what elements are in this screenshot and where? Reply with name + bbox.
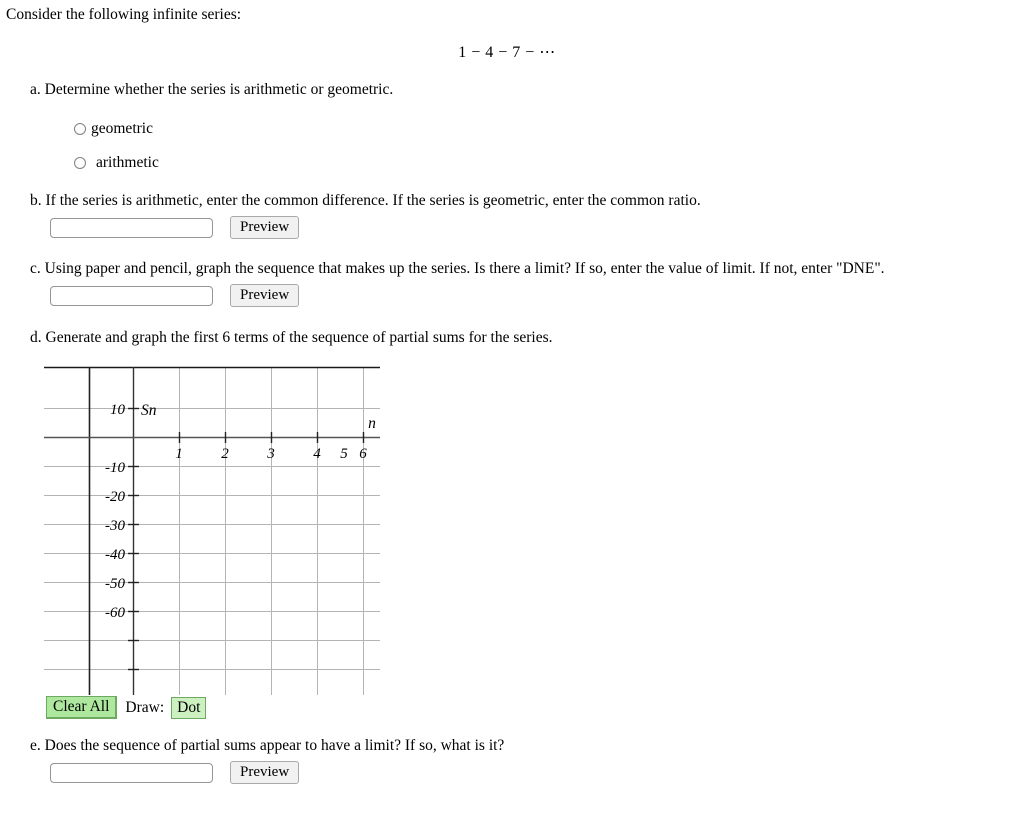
radio-option-geometric[interactable]: geometric xyxy=(74,120,153,138)
part-e-input[interactable] xyxy=(50,762,213,783)
x-tick-label: 3 xyxy=(266,446,275,462)
graph-background xyxy=(44,365,380,695)
part-b-input[interactable] xyxy=(50,217,213,238)
draw-mode-selector[interactable]: Dot xyxy=(171,696,207,719)
x-tick-label: 5 xyxy=(340,446,348,462)
radio-option-arithmetic[interactable]: arithmetic xyxy=(74,154,159,172)
part-b-preview-button[interactable]: Preview xyxy=(230,216,300,239)
worksheet-page: Consider the following infinite series: … xyxy=(0,0,1024,817)
part-c-preview-button[interactable]: Preview xyxy=(230,284,300,307)
x-axis-label: n xyxy=(368,415,376,432)
part-c-answer-row: Preview xyxy=(50,284,300,307)
part-a-prompt: a. Determine whether the series is arith… xyxy=(30,81,394,98)
x-tick-label: 6 xyxy=(359,446,367,462)
x-tick-label: 2 xyxy=(221,446,229,462)
y-axis-label: Sn xyxy=(141,402,157,419)
y-tick-label: -20 xyxy=(105,489,125,505)
part-e-prompt: e. Does the sequence of partial sums app… xyxy=(30,737,505,754)
y-tick-label: -30 xyxy=(105,518,125,534)
part-d-prompt: d. Generate and graph the first 6 terms … xyxy=(30,329,553,346)
radio-arithmetic-label: arithmetic xyxy=(96,154,159,171)
part-b-prompt: b. If the series is arithmetic, enter th… xyxy=(30,192,701,209)
x-tick-label: 4 xyxy=(313,446,321,462)
intro-text: Consider the following infinite series: xyxy=(6,6,242,23)
part-e-preview-button[interactable]: Preview xyxy=(230,761,300,784)
part-b-answer-row: Preview xyxy=(50,216,300,239)
y-tick-label: -40 xyxy=(105,547,125,563)
part-e-answer-row: Preview xyxy=(50,761,300,784)
radio-arithmetic-icon[interactable] xyxy=(74,157,86,169)
graph-controls: Clear All Draw: Dot xyxy=(46,696,207,719)
series-expression: 1 − 4 − 7 − ⋯ xyxy=(458,44,556,61)
radio-geometric-label: geometric xyxy=(91,120,153,137)
partial-sums-graph[interactable]: 10 -10 -20 -30 -40 -50 -60 1 2 3 4 5 6 S… xyxy=(44,365,380,695)
radio-geometric-icon[interactable] xyxy=(74,123,86,135)
y-tick-label: -50 xyxy=(105,576,125,592)
x-tick-label: 1 xyxy=(175,446,183,462)
part-c-prompt: c. Using paper and pencil, graph the seq… xyxy=(30,260,885,277)
y-tick-label: 10 xyxy=(110,402,126,418)
clear-all-button[interactable]: Clear All xyxy=(46,696,118,719)
graph-canvas[interactable]: 10 -10 -20 -30 -40 -50 -60 1 2 3 4 5 6 S… xyxy=(44,365,380,695)
draw-label: Draw: xyxy=(125,698,165,716)
part-c-input[interactable] xyxy=(50,285,213,306)
y-tick-label: -10 xyxy=(105,460,125,476)
y-tick-label: -60 xyxy=(105,605,125,621)
